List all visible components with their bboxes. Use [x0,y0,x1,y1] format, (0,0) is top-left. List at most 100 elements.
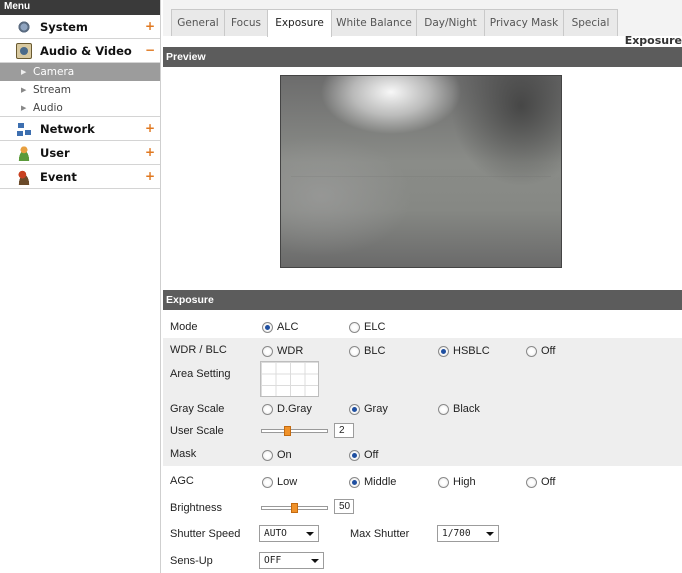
tab-privacy-mask[interactable]: Privacy Mask [484,9,564,36]
user-scale-value[interactable]: 2 [334,423,354,438]
collapse-minus-icon[interactable]: − [145,43,155,57]
user-icon [16,144,32,161]
agc-middle-radio[interactable]: Middle [349,476,396,488]
sidebar-item-label: Audio & Video [40,43,132,58]
user-scale-row: User Scale 2 [163,420,682,441]
tab-general[interactable]: General [171,9,225,36]
mode-elc-radio[interactable]: ELC [349,321,385,333]
option-label: Off [364,449,379,461]
tab-special[interactable]: Special [563,9,618,36]
max-shutter-select[interactable]: 1/700 [437,525,499,542]
wdr-label: WDR / BLC [170,344,227,356]
arrow-right-icon: ▶ [21,86,27,94]
shutter-row: Shutter Speed AUTO Max Shutter 1/700 [163,520,682,547]
option-label: High [453,476,476,488]
radio-icon [349,345,360,357]
slider-thumb[interactable] [284,426,291,436]
expand-plus-icon[interactable]: + [145,19,155,33]
agc-high-radio[interactable]: High [438,476,476,488]
agc-off-radio[interactable]: Off [526,476,555,488]
tab-white-balance[interactable]: White Balance [331,9,417,36]
mask-off-radio[interactable]: Off [349,449,378,461]
brightness-value[interactable]: 50 [334,499,354,514]
radio-icon [438,476,449,488]
option-label: Off [541,345,556,357]
brightness-slider[interactable] [261,503,328,513]
option-label: Low [277,476,298,488]
tab-bar: General Focus Exposure White Balance Day… [163,0,682,37]
sidebar-subitem-audio[interactable]: ▶ Audio [0,99,160,117]
max-shutter-label: Max Shutter [350,528,410,540]
sidebar-item-audio-video[interactable]: Audio & Video − [0,39,160,63]
expand-plus-icon[interactable]: + [145,169,155,183]
sidebar-menu: Menu System + Audio & Video − ▶ Camera ▶… [0,0,161,573]
shutter-speed-select[interactable]: AUTO [259,525,319,542]
expand-plus-icon[interactable]: + [145,145,155,159]
radio-selected-icon [438,345,449,357]
radio-icon [349,321,360,333]
sidebar-item-label: User [40,145,70,160]
gray-scale-label: Gray Scale [170,403,225,415]
option-label: ELC [364,321,386,333]
option-label: Gray [364,403,388,415]
sidebar-subitem-stream[interactable]: ▶ Stream [0,81,160,99]
wdr-blc-radio[interactable]: BLC [349,345,385,357]
radio-selected-icon [349,403,360,415]
brightness-label: Brightness [170,502,222,514]
gray-scale-dgray-radio[interactable]: D.Gray [262,403,312,415]
expand-plus-icon[interactable]: + [145,121,155,135]
option-label: On [277,449,292,461]
sidebar-item-system[interactable]: System + [0,15,160,39]
mask-on-radio[interactable]: On [262,449,292,461]
option-label: D.Gray [277,403,312,415]
option-label: WDR [277,345,304,357]
sidebar-item-user[interactable]: User + [0,141,160,165]
tab-exposure[interactable]: Exposure [267,9,332,37]
gray-scale-row: Gray Scale D.Gray Gray Black [163,397,682,420]
wdr-off-radio[interactable]: Off [526,345,555,357]
user-scale-slider[interactable] [261,426,328,436]
slider-thumb[interactable] [291,503,298,513]
sidebar-subitem-label: Camera [33,66,75,78]
sidebar-item-event[interactable]: Event + [0,165,160,189]
area-setting-grid[interactable] [260,361,319,397]
option-label: Middle [364,476,397,488]
wdr-hsblc-radio[interactable]: HSBLC [438,345,490,357]
sidebar-item-network[interactable]: Network + [0,117,160,141]
radio-icon [526,476,537,488]
system-gear-icon [16,18,32,35]
tab-day-night[interactable]: Day/Night [416,9,485,36]
radio-selected-icon [262,321,273,333]
agc-low-radio[interactable]: Low [262,476,297,488]
page-title: Exposure [624,34,682,47]
wdr-row: WDR / BLC WDR BLC HSBLC Off Area Setting [163,338,682,397]
sens-up-select[interactable]: OFF [259,552,324,569]
mask-row: Mask On Off [163,441,682,466]
radio-icon [262,449,273,461]
sidebar-subitem-camera[interactable]: ▶ Camera [0,63,160,81]
menu-header: Menu [0,0,160,15]
wdr-wdr-radio[interactable]: WDR [262,345,303,357]
agc-row: AGC Low Middle High Off [163,466,682,495]
gray-scale-gray-radio[interactable]: Gray [349,403,388,415]
select-value: OFF [264,555,282,566]
mask-label: Mask [170,448,197,460]
radio-icon [526,345,537,357]
mode-alc-radio[interactable]: ALC [262,321,298,333]
arrow-right-icon: ▶ [21,104,27,112]
select-value: 1/700 [442,528,471,539]
gray-scale-black-radio[interactable]: Black [438,403,480,415]
radio-icon [262,345,273,357]
chevron-down-icon [311,559,319,563]
shutter-speed-label: Shutter Speed [170,528,241,540]
sidebar-item-label: Network [40,121,95,136]
event-icon [16,168,32,185]
brightness-row: Brightness 50 [163,495,682,520]
option-label: BLC [364,345,386,357]
radio-icon [262,476,273,488]
radio-selected-icon [349,476,360,488]
user-scale-label: User Scale [170,425,224,437]
tab-focus[interactable]: Focus [224,9,268,36]
radio-icon [438,403,449,415]
exposure-header: Exposure [163,290,682,310]
